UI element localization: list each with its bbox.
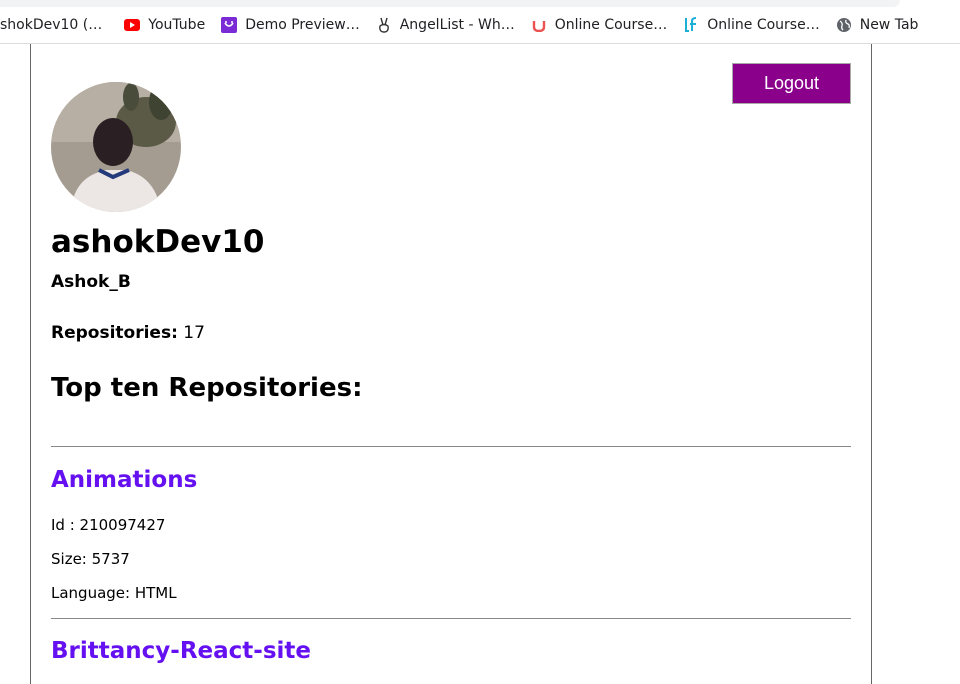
repo-size: Size: 5737 — [51, 550, 130, 568]
divider — [51, 618, 851, 619]
repo-language: Language: HTML — [51, 584, 177, 602]
repo-name-link[interactable]: Brittancy-React-site — [51, 638, 311, 664]
angellist-icon — [376, 17, 392, 33]
repositories-count: 17 — [183, 323, 205, 343]
bookmark-udemy[interactable]: Online Course… — [523, 11, 676, 39]
repositories-label: Repositories: — [51, 323, 178, 343]
tab-strip — [0, 0, 900, 7]
bookmark-github-profile[interactable]: shokDev10 (… — [0, 11, 110, 39]
bookmark-youtube[interactable]: YouTube — [116, 11, 213, 39]
bookmark-angellist[interactable]: AngelList - Wh… — [368, 11, 523, 39]
avatar — [51, 82, 181, 212]
bookmark-label: Online Course… — [554, 17, 668, 33]
bookmark-label: shokDev10 (… — [0, 17, 103, 33]
bookmark-label: AngelList - Wh… — [399, 17, 515, 33]
bookmark-label: Online Course… — [707, 17, 820, 33]
bookmark-label: New Tab — [859, 17, 919, 33]
bookmark-demo-preview[interactable]: Demo Preview… — [213, 11, 368, 39]
bookmarks-bar: shokDev10 (… YouTube Demo Preview… Angel… — [0, 7, 960, 44]
globe-icon — [836, 17, 852, 33]
repositories-count-line: Repositories: 17 — [51, 323, 205, 343]
bookmark-label: YouTube — [148, 17, 206, 33]
divider — [51, 446, 851, 447]
repo-name-link[interactable]: Animations — [51, 467, 197, 493]
bookmark-new-tab[interactable]: New Tab — [828, 11, 927, 39]
full-name: Ashok_B — [51, 272, 131, 292]
demo-preview-icon — [221, 17, 238, 33]
linux-foundation-icon — [683, 17, 699, 33]
bookmark-linux-foundation[interactable]: Online Course… — [675, 11, 828, 39]
youtube-icon — [124, 17, 141, 33]
bookmark-label: Demo Preview… — [245, 17, 360, 33]
top-repositories-heading: Top ten Repositories: — [51, 373, 363, 403]
repo-id: Id : 210097427 — [51, 516, 166, 534]
username: ashokDev10 — [51, 224, 265, 260]
logout-button[interactable]: Logout — [732, 63, 851, 104]
udemy-icon — [531, 17, 547, 33]
